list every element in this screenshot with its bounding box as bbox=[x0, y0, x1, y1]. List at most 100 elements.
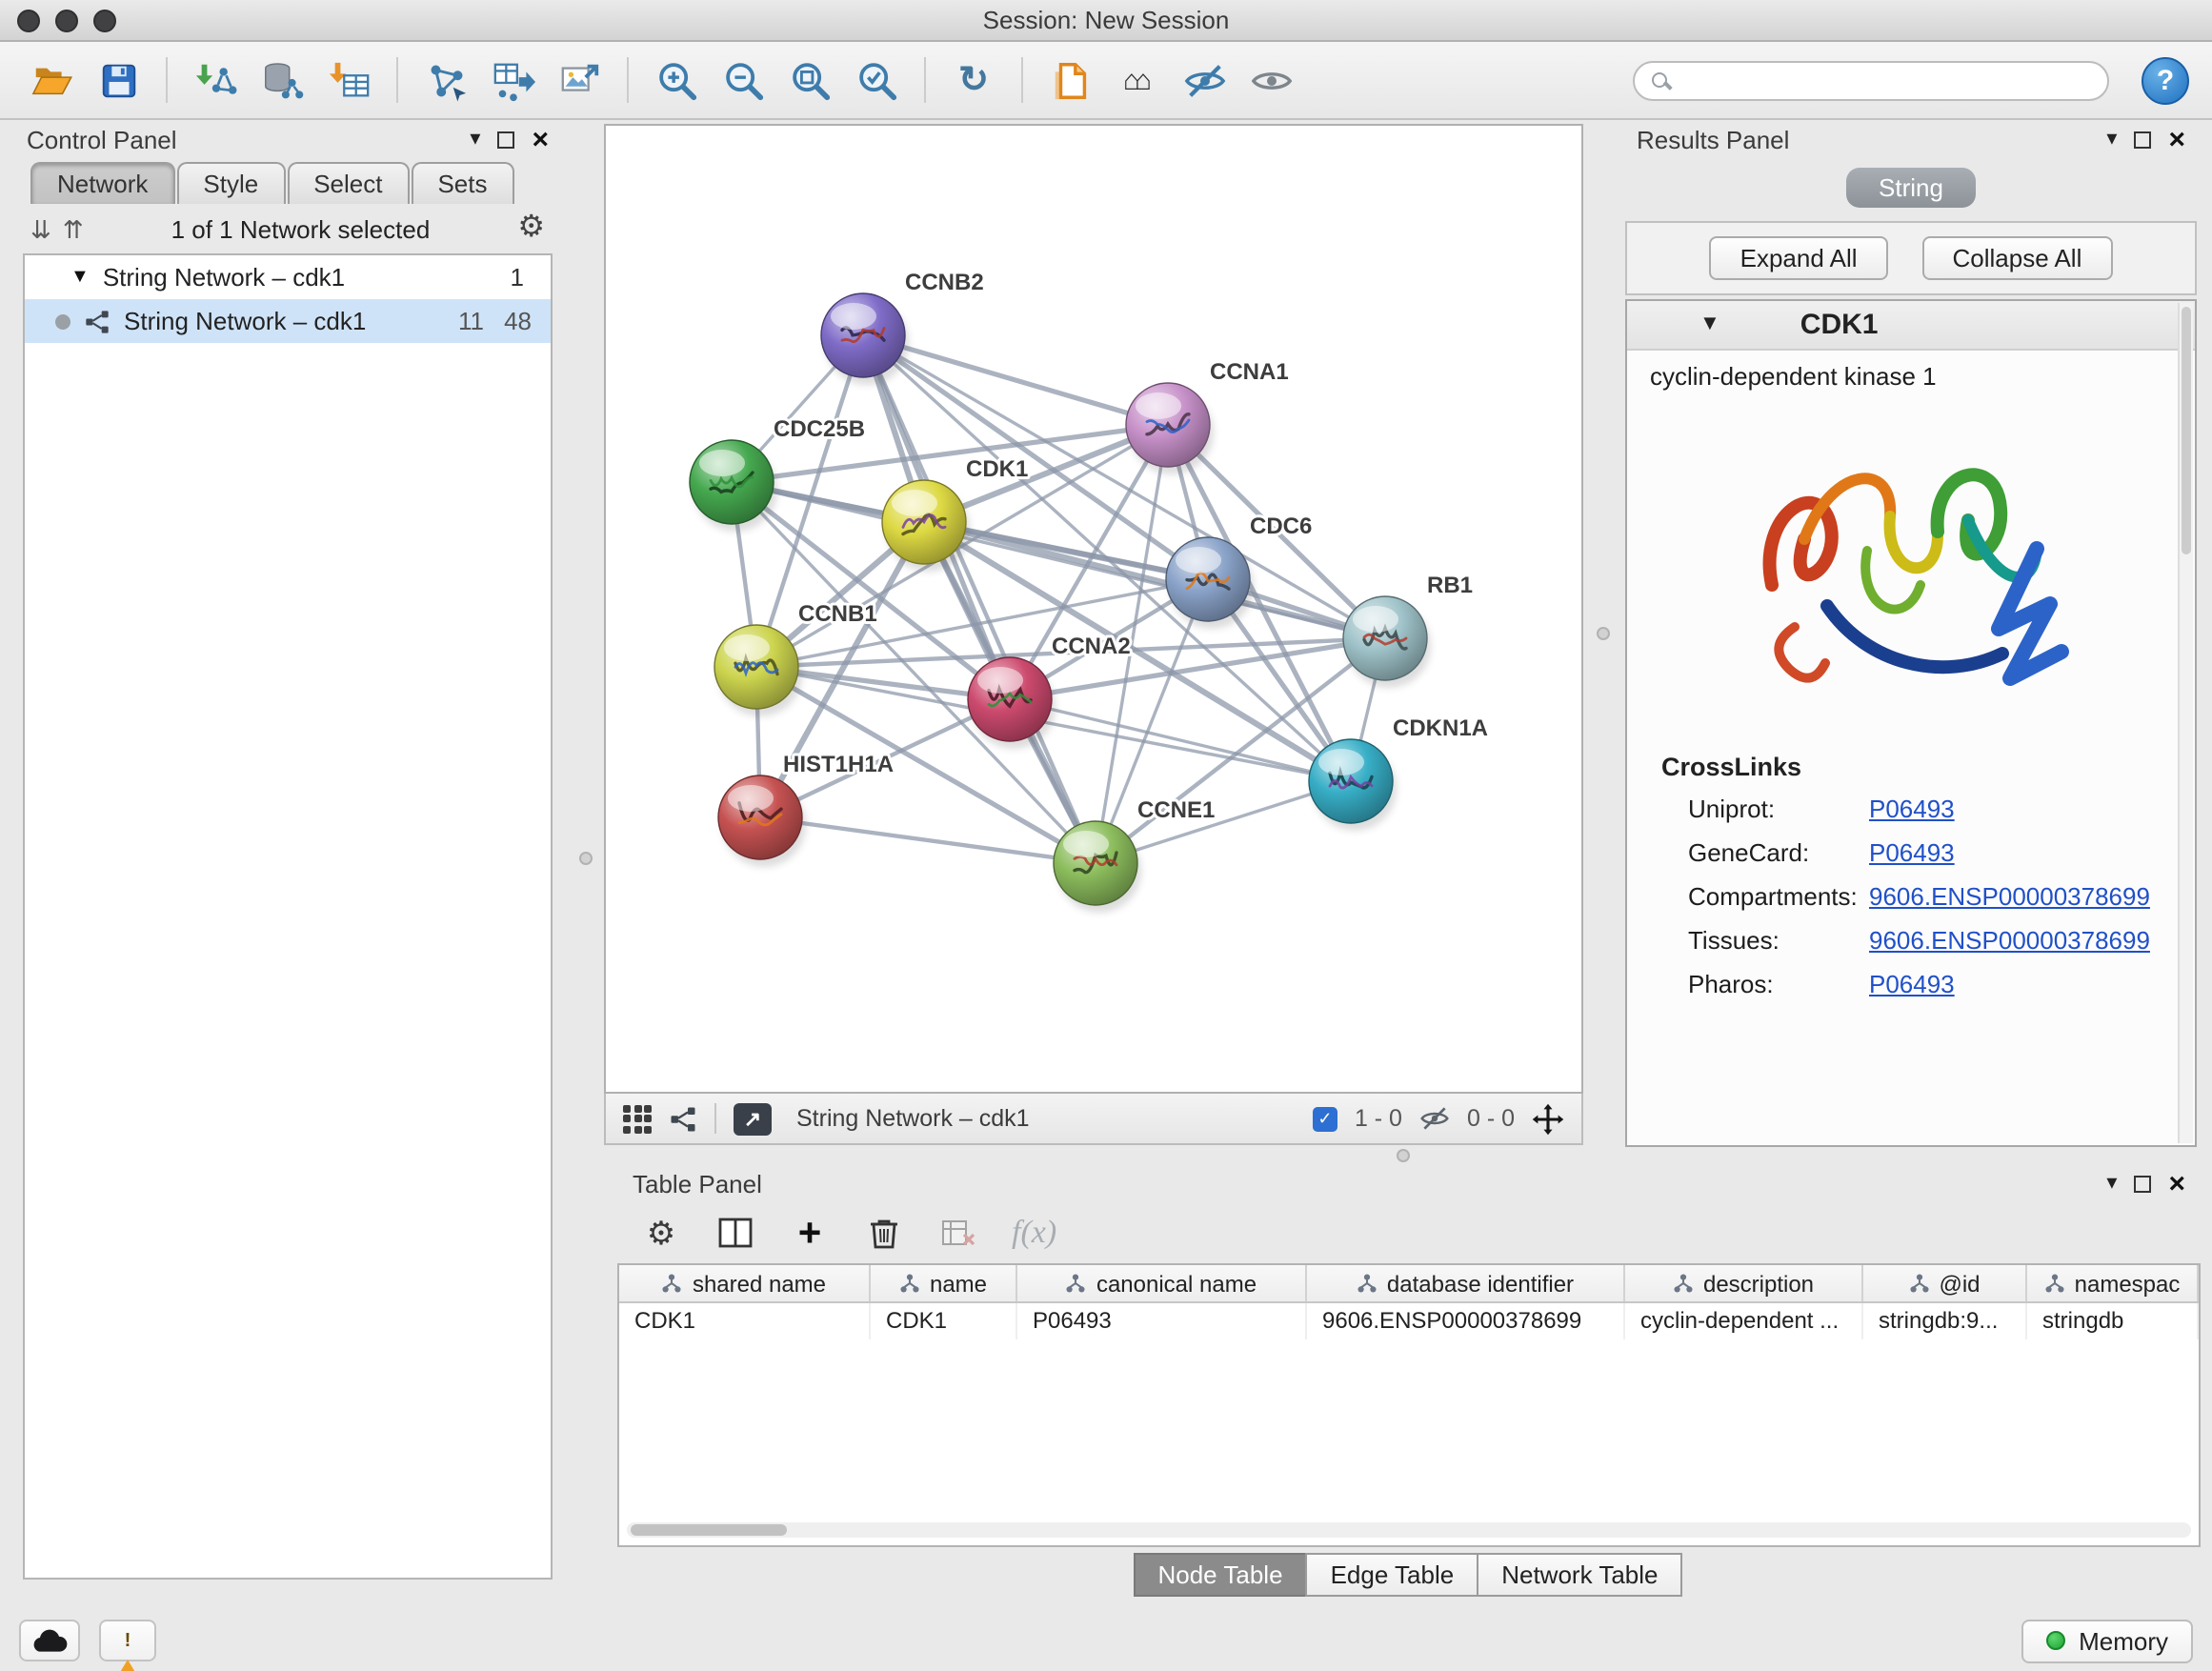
network-from-table-button[interactable] bbox=[484, 51, 541, 109]
column-header[interactable]: name bbox=[871, 1265, 1017, 1301]
warnings-button[interactable]: ! bbox=[99, 1620, 156, 1661]
section-caret-icon[interactable]: ▼ bbox=[1699, 314, 1720, 335]
network-canvas[interactable]: CCNB2CCNA1CDC25BCDK1CDC6RB1CCNB1CCNA2CDK… bbox=[604, 124, 1583, 1094]
column-header[interactable]: canonical name bbox=[1017, 1265, 1307, 1301]
refresh-view-button[interactable]: ↻ bbox=[945, 51, 1002, 109]
network-node-CDK1[interactable]: CDK1 bbox=[882, 456, 1028, 572]
delete-column-button[interactable] bbox=[863, 1212, 905, 1254]
window-title: Session: New Session bbox=[0, 0, 2212, 42]
tab-network[interactable]: Network bbox=[30, 162, 174, 204]
show-all-button[interactable] bbox=[1242, 51, 1299, 109]
show-graphics-details-button[interactable]: ⌂⌂ bbox=[1109, 51, 1166, 109]
question-icon: ? bbox=[2157, 64, 2174, 96]
network-node-CDKN1A[interactable]: CDKN1A bbox=[1309, 715, 1488, 831]
add-column-button[interactable]: + bbox=[789, 1212, 831, 1254]
import-network-database-button[interactable] bbox=[253, 51, 311, 109]
close-panel-icon[interactable]: × bbox=[532, 125, 549, 153]
results-scrollbar[interactable] bbox=[2178, 303, 2193, 1143]
network-node-CCNA1[interactable]: CCNA1 bbox=[1126, 359, 1289, 474]
network-node-RB1[interactable]: RB1 bbox=[1343, 573, 1473, 688]
genecard-link[interactable]: P06493 bbox=[1869, 838, 1955, 867]
zoom-selected-button[interactable] bbox=[848, 51, 905, 109]
export-image-button[interactable] bbox=[551, 51, 608, 109]
collapse-all-icon[interactable]: ⇊ bbox=[30, 216, 51, 241]
tab-sets[interactable]: Sets bbox=[411, 162, 513, 204]
column-header[interactable]: @id bbox=[1863, 1265, 2027, 1301]
hide-selected-button[interactable] bbox=[1176, 51, 1233, 109]
zoom-in-button[interactable] bbox=[648, 51, 705, 109]
splitter-handle[interactable] bbox=[1397, 1149, 1410, 1162]
tab-style[interactable]: Style bbox=[176, 162, 285, 204]
panel-menu-icon[interactable]: ▾ bbox=[470, 129, 480, 150]
collapse-all-button[interactable]: Collapse All bbox=[1922, 236, 2113, 280]
table-row[interactable]: CDK1 CDK1 P06493 9606.ENSP00000378699 cy… bbox=[619, 1303, 2199, 1339]
protein-section-header[interactable]: ▼ CDK1 bbox=[1627, 301, 2195, 351]
tab-string[interactable]: String bbox=[1846, 168, 1976, 208]
table-options-gear-button[interactable]: ⚙ bbox=[640, 1212, 682, 1254]
close-panel-icon[interactable]: × bbox=[2168, 1169, 2185, 1198]
splitter-handle[interactable] bbox=[579, 852, 593, 865]
network-node-CCNB2[interactable]: CCNB2 bbox=[821, 270, 984, 385]
network-tree: ▼ String Network – cdk1 1 String Network… bbox=[23, 253, 553, 1580]
network-edge[interactable] bbox=[760, 817, 1096, 863]
birds-eye-view-icon[interactable] bbox=[623, 1104, 652, 1133]
tab-edge-table[interactable]: Edge Table bbox=[1306, 1552, 1479, 1596]
column-header[interactable]: namespac bbox=[2027, 1265, 2199, 1301]
column-label: canonical name bbox=[1096, 1270, 1257, 1297]
panel-menu-icon[interactable]: ▾ bbox=[2106, 129, 2117, 150]
tab-node-table[interactable]: Node Table bbox=[1133, 1552, 1307, 1596]
search-field[interactable] bbox=[1633, 60, 2109, 100]
pan-tool-icon[interactable] bbox=[1532, 1102, 1564, 1135]
import-table-file-button[interactable] bbox=[320, 51, 377, 109]
column-header[interactable]: shared name bbox=[619, 1265, 871, 1301]
open-recent-file-button[interactable] bbox=[1042, 51, 1099, 109]
network-graph[interactable]: CCNB2CCNA1CDC25BCDK1CDC6RB1CCNB1CCNA2CDK… bbox=[606, 126, 1581, 1092]
open-session-button[interactable] bbox=[23, 51, 80, 109]
table-horizontal-scrollbar[interactable] bbox=[627, 1522, 2191, 1538]
save-session-button[interactable] bbox=[90, 51, 147, 109]
zoom-window-button[interactable] bbox=[93, 10, 116, 32]
fx-icon: f(x) bbox=[1012, 1214, 1056, 1252]
network-options-gear-icon[interactable]: ⚙ bbox=[517, 213, 545, 244]
zoom-out-button[interactable] bbox=[714, 51, 772, 109]
tissues-link[interactable]: 9606.ENSP00000378699 bbox=[1869, 926, 2150, 955]
network-row[interactable]: String Network – cdk1 11 48 bbox=[25, 299, 551, 343]
function-builder-button: f(x) bbox=[1012, 1212, 1056, 1254]
close-window-button[interactable] bbox=[17, 10, 40, 32]
close-panel-icon[interactable]: × bbox=[2168, 125, 2185, 153]
expand-all-button[interactable]: Expand All bbox=[1710, 236, 1888, 280]
show-columns-button[interactable] bbox=[714, 1212, 756, 1254]
tab-network-table[interactable]: Network Table bbox=[1477, 1552, 1682, 1596]
network-node-HIST1H1A[interactable]: HIST1H1A bbox=[718, 752, 894, 867]
float-panel-icon[interactable] bbox=[497, 131, 514, 148]
uniprot-link[interactable]: P06493 bbox=[1869, 795, 1955, 823]
column-header[interactable]: database identifier bbox=[1307, 1265, 1625, 1301]
tab-select[interactable]: Select bbox=[287, 162, 409, 204]
new-network-from-selection-button[interactable] bbox=[417, 51, 474, 109]
network-collection-row[interactable]: ▼ String Network – cdk1 1 bbox=[25, 255, 551, 299]
network-edge[interactable] bbox=[863, 335, 1168, 425]
float-panel-icon[interactable] bbox=[2134, 1175, 2151, 1192]
network-overview-icon[interactable] bbox=[669, 1104, 697, 1133]
expand-all-icon[interactable]: ⇈ bbox=[63, 216, 84, 241]
collection-caret-icon[interactable]: ▼ bbox=[70, 267, 90, 288]
import-network-file-button[interactable] bbox=[187, 51, 244, 109]
column-header[interactable]: description bbox=[1625, 1265, 1863, 1301]
compartments-link[interactable]: 9606.ENSP00000378699 bbox=[1869, 882, 2150, 911]
warning-icon: ! bbox=[111, 1626, 145, 1655]
help-button[interactable]: ? bbox=[2142, 56, 2189, 104]
cloud-sync-button[interactable] bbox=[19, 1620, 80, 1661]
network-node-CCNB1[interactable]: CCNB1 bbox=[714, 601, 877, 716]
float-panel-icon[interactable] bbox=[2134, 131, 2151, 148]
export-network-button[interactable]: ↗ bbox=[734, 1102, 772, 1135]
minimize-window-button[interactable] bbox=[55, 10, 78, 32]
selected-checkbox-icon[interactable]: ✓ bbox=[1313, 1106, 1337, 1131]
pharos-link[interactable]: P06493 bbox=[1869, 970, 1955, 998]
splitter-handle[interactable] bbox=[1597, 627, 1610, 640]
network-node-CCNE1[interactable]: CCNE1 bbox=[1054, 797, 1215, 913]
hidden-eye-icon[interactable] bbox=[1419, 1103, 1450, 1134]
memory-button[interactable]: Memory bbox=[2021, 1619, 2193, 1662]
zoom-fit-button[interactable] bbox=[781, 51, 838, 109]
search-input[interactable] bbox=[1680, 67, 2090, 93]
panel-menu-icon[interactable]: ▾ bbox=[2106, 1173, 2117, 1194]
